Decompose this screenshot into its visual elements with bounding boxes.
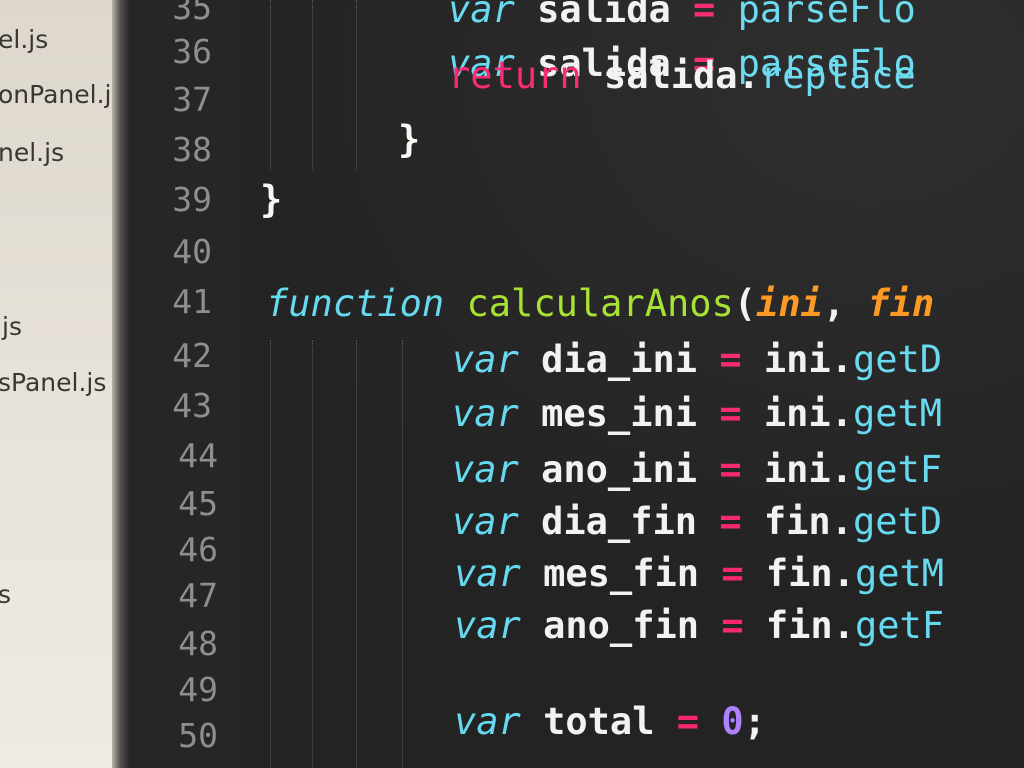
- code-line[interactable]: }: [260, 178, 282, 221]
- code-token: var: [454, 604, 521, 647]
- line-number: 36: [172, 32, 212, 71]
- screen: el.js onPanel.js nel.js js sPanel.js s 3…: [0, 0, 1024, 768]
- line-number: 42: [172, 336, 212, 375]
- code-token: getM: [854, 552, 945, 595]
- code-line[interactable]: var total = 0;: [454, 700, 766, 743]
- code-token: var: [452, 338, 519, 381]
- code-token: var: [454, 552, 521, 595]
- code-token: ini.: [741, 448, 853, 491]
- code-token: mes_ini: [518, 392, 720, 435]
- line-number: 45: [178, 484, 218, 523]
- code-token: }: [398, 118, 421, 161]
- code-token: ini.: [741, 338, 853, 381]
- sidebar-file-item[interactable]: sPanel.js: [0, 368, 106, 397]
- code-token: =: [693, 0, 716, 31]
- code-token: salida: [514, 0, 694, 31]
- code-line[interactable]: var mes_fin = fin.getM: [454, 552, 944, 595]
- code-token: }: [260, 178, 283, 221]
- code-line[interactable]: }: [398, 118, 420, 161]
- sidebar-file-item[interactable]: js: [2, 312, 22, 341]
- code-token: getF: [852, 448, 943, 491]
- code-token: var: [452, 392, 519, 435]
- code-line[interactable]: var salida = parseFlo: [448, 0, 916, 31]
- code-token: dia_ini: [518, 338, 720, 381]
- sidebar-file-item[interactable]: el.js: [0, 25, 48, 54]
- code-line[interactable]: var ano_ini = ini.getF: [452, 448, 942, 491]
- line-number: 41: [172, 282, 212, 321]
- code-token: getD: [852, 500, 943, 543]
- line-number: 50: [178, 716, 218, 755]
- code-token: =: [676, 700, 700, 743]
- code-token: fin: [867, 282, 935, 325]
- screen-bezel: [112, 0, 130, 768]
- code-token: var: [452, 448, 519, 491]
- code-token: dia_fin: [518, 500, 720, 543]
- code-token: =: [719, 338, 742, 381]
- code-line[interactable]: var mes_ini = ini.getM: [452, 392, 942, 435]
- file-tree-sidebar: el.js onPanel.js nel.js js sPanel.js s: [0, 0, 112, 768]
- code-token: ,: [822, 282, 868, 325]
- code-token: =: [719, 392, 742, 435]
- code-token: fin.: [741, 500, 853, 543]
- code-token: calcularAnos: [466, 282, 734, 325]
- code-token: ini.: [741, 392, 853, 435]
- line-number: 48: [178, 624, 218, 663]
- sidebar-file-item[interactable]: nel.js: [0, 138, 64, 167]
- line-number-gutter: 35 36 37 38 39 40 41 42 43 44 45 46 47 48 49 50: [130, 0, 240, 768]
- code-line[interactable]: return salida.replace: [448, 54, 916, 97]
- line-number: 39: [172, 180, 212, 219]
- code-token: function: [266, 282, 445, 325]
- code-token: fin.: [743, 552, 855, 595]
- line-number: 35: [172, 0, 212, 27]
- code-token: (: [733, 282, 757, 325]
- code-token: 0: [721, 700, 744, 743]
- line-number: 49: [178, 670, 218, 709]
- code-token: parseFlo: [715, 0, 916, 31]
- line-number: 43: [172, 386, 212, 425]
- code-token: total: [520, 700, 677, 743]
- sidebar-file-item[interactable]: onPanel.js: [0, 80, 112, 109]
- code-token: getM: [852, 392, 943, 435]
- line-number: 46: [178, 530, 218, 569]
- line-number: 38: [172, 130, 212, 169]
- line-number: 47: [178, 576, 218, 615]
- indent-guide: [312, 340, 313, 768]
- code-token: =: [721, 552, 744, 595]
- indent-guide: [356, 0, 357, 170]
- code-token: =: [719, 448, 742, 491]
- code-token: fin.: [743, 604, 855, 647]
- code-line[interactable]: var ano_fin = fin.getF: [454, 604, 944, 647]
- line-number: 37: [172, 80, 212, 119]
- line-number: 44: [178, 436, 218, 475]
- code-token: ;: [743, 700, 766, 743]
- code-token: ano_fin: [520, 604, 722, 647]
- code-token: return: [448, 54, 582, 97]
- code-token: =: [721, 604, 744, 647]
- indent-guide: [270, 0, 271, 170]
- code-token: =: [719, 500, 742, 543]
- code-token: getD: [852, 338, 943, 381]
- indent-guide: [270, 340, 271, 768]
- code-token: salida.: [581, 54, 760, 97]
- code-line[interactable]: function calcularAnos(ini, fin: [266, 282, 934, 325]
- code-token: var: [452, 500, 519, 543]
- code-token: var: [454, 700, 521, 743]
- code-line[interactable]: var dia_fin = fin.getD: [452, 500, 942, 543]
- indent-guide: [356, 340, 357, 768]
- code-token: mes_fin: [520, 552, 722, 595]
- code-token: ano_ini: [518, 448, 720, 491]
- code-token: ini: [756, 282, 823, 325]
- code-token: getF: [854, 604, 945, 647]
- code-token: var: [448, 0, 515, 31]
- code-line[interactable]: var dia_ini = ini.getD: [452, 338, 942, 381]
- sidebar-file-item[interactable]: s: [0, 580, 11, 609]
- indent-guide: [312, 0, 313, 170]
- code-editor[interactable]: 35 36 37 38 39 40 41 42 43 44 45 46 47 48 49 50 var sal…: [130, 0, 1024, 768]
- code-token: replace: [759, 54, 916, 97]
- line-number: 40: [172, 232, 212, 271]
- indent-guide: [402, 340, 403, 768]
